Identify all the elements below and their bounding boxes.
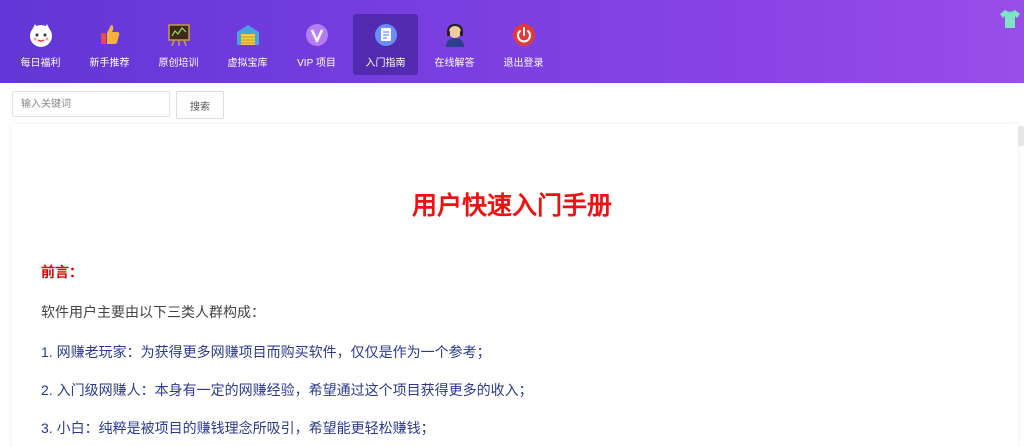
search-bar: 搜索 — [12, 91, 224, 119]
main-nav: 每日福利 新手推荐 原创培训 虚拟宝库 VIP 项目 入门指南 在线解答 退出登… — [8, 14, 560, 75]
nav-item-online-answers[interactable]: 在线解答 — [422, 14, 487, 75]
chalkboard-icon — [166, 22, 192, 48]
preface-heading: 前言： — [41, 264, 83, 280]
nav-label: 在线解答 — [434, 58, 475, 69]
nav-label: 每日福利 — [20, 58, 61, 69]
power-icon — [511, 22, 537, 48]
main-panel: 搜索 用户快速入门手册 前言： 软件用户主要由以下三类人群构成： 1. 网赚老玩… — [0, 83, 1024, 447]
nav-label: VIP 项目 — [297, 58, 336, 69]
nav-label: 原创培训 — [158, 58, 199, 69]
list-item: 2. 入门级网赚人：本身有一定的网赚经验，希望通过这个项目获得更多的收入； — [41, 382, 533, 398]
list-item: 1. 网赚老玩家：为获得更多网赚项目而购买软件，仅仅是作为一个参考； — [41, 344, 491, 360]
tshirt-icon[interactable] — [999, 9, 1021, 29]
nav-item-logout[interactable]: 退出登录 — [491, 14, 556, 75]
thumbs-up-icon — [97, 22, 123, 48]
search-button[interactable]: 搜索 — [176, 91, 224, 119]
intro-text: 软件用户主要由以下三类人群构成： — [41, 304, 265, 320]
search-input[interactable] — [12, 91, 170, 117]
nav-item-virtual-treasury[interactable]: 虚拟宝库 — [215, 14, 280, 75]
lucky-cat-icon — [28, 22, 54, 48]
list-item: 3. 小白：纯粹是被项目的赚钱理念所吸引，希望能更轻松赚钱； — [41, 420, 435, 436]
scrollbar-thumb[interactable] — [1018, 126, 1024, 146]
nav-label: 虚拟宝库 — [227, 58, 268, 69]
nav-item-beginner-guide[interactable]: 入门指南 — [353, 14, 418, 75]
document-icon — [373, 22, 399, 48]
top-navigation-bar: 每日福利 新手推荐 原创培训 虚拟宝库 VIP 项目 入门指南 在线解答 退出登… — [0, 0, 1024, 83]
vip-icon — [304, 22, 330, 48]
document-content: 用户快速入门手册 前言： 软件用户主要由以下三类人群构成： 1. 网赚老玩家：为… — [12, 124, 1018, 447]
warehouse-icon — [235, 22, 261, 48]
nav-item-original-training[interactable]: 原创培训 — [146, 14, 211, 75]
nav-item-daily-benefits[interactable]: 每日福利 — [8, 14, 73, 75]
document-title: 用户快速入门手册 — [411, 192, 612, 220]
nav-label: 退出登录 — [503, 58, 544, 69]
nav-label: 新手推荐 — [89, 58, 130, 69]
nav-item-vip-projects[interactable]: VIP 项目 — [284, 14, 349, 75]
nav-item-beginner-recommendations[interactable]: 新手推荐 — [77, 14, 142, 75]
support-agent-icon — [442, 22, 468, 48]
nav-label: 入门指南 — [365, 58, 406, 69]
